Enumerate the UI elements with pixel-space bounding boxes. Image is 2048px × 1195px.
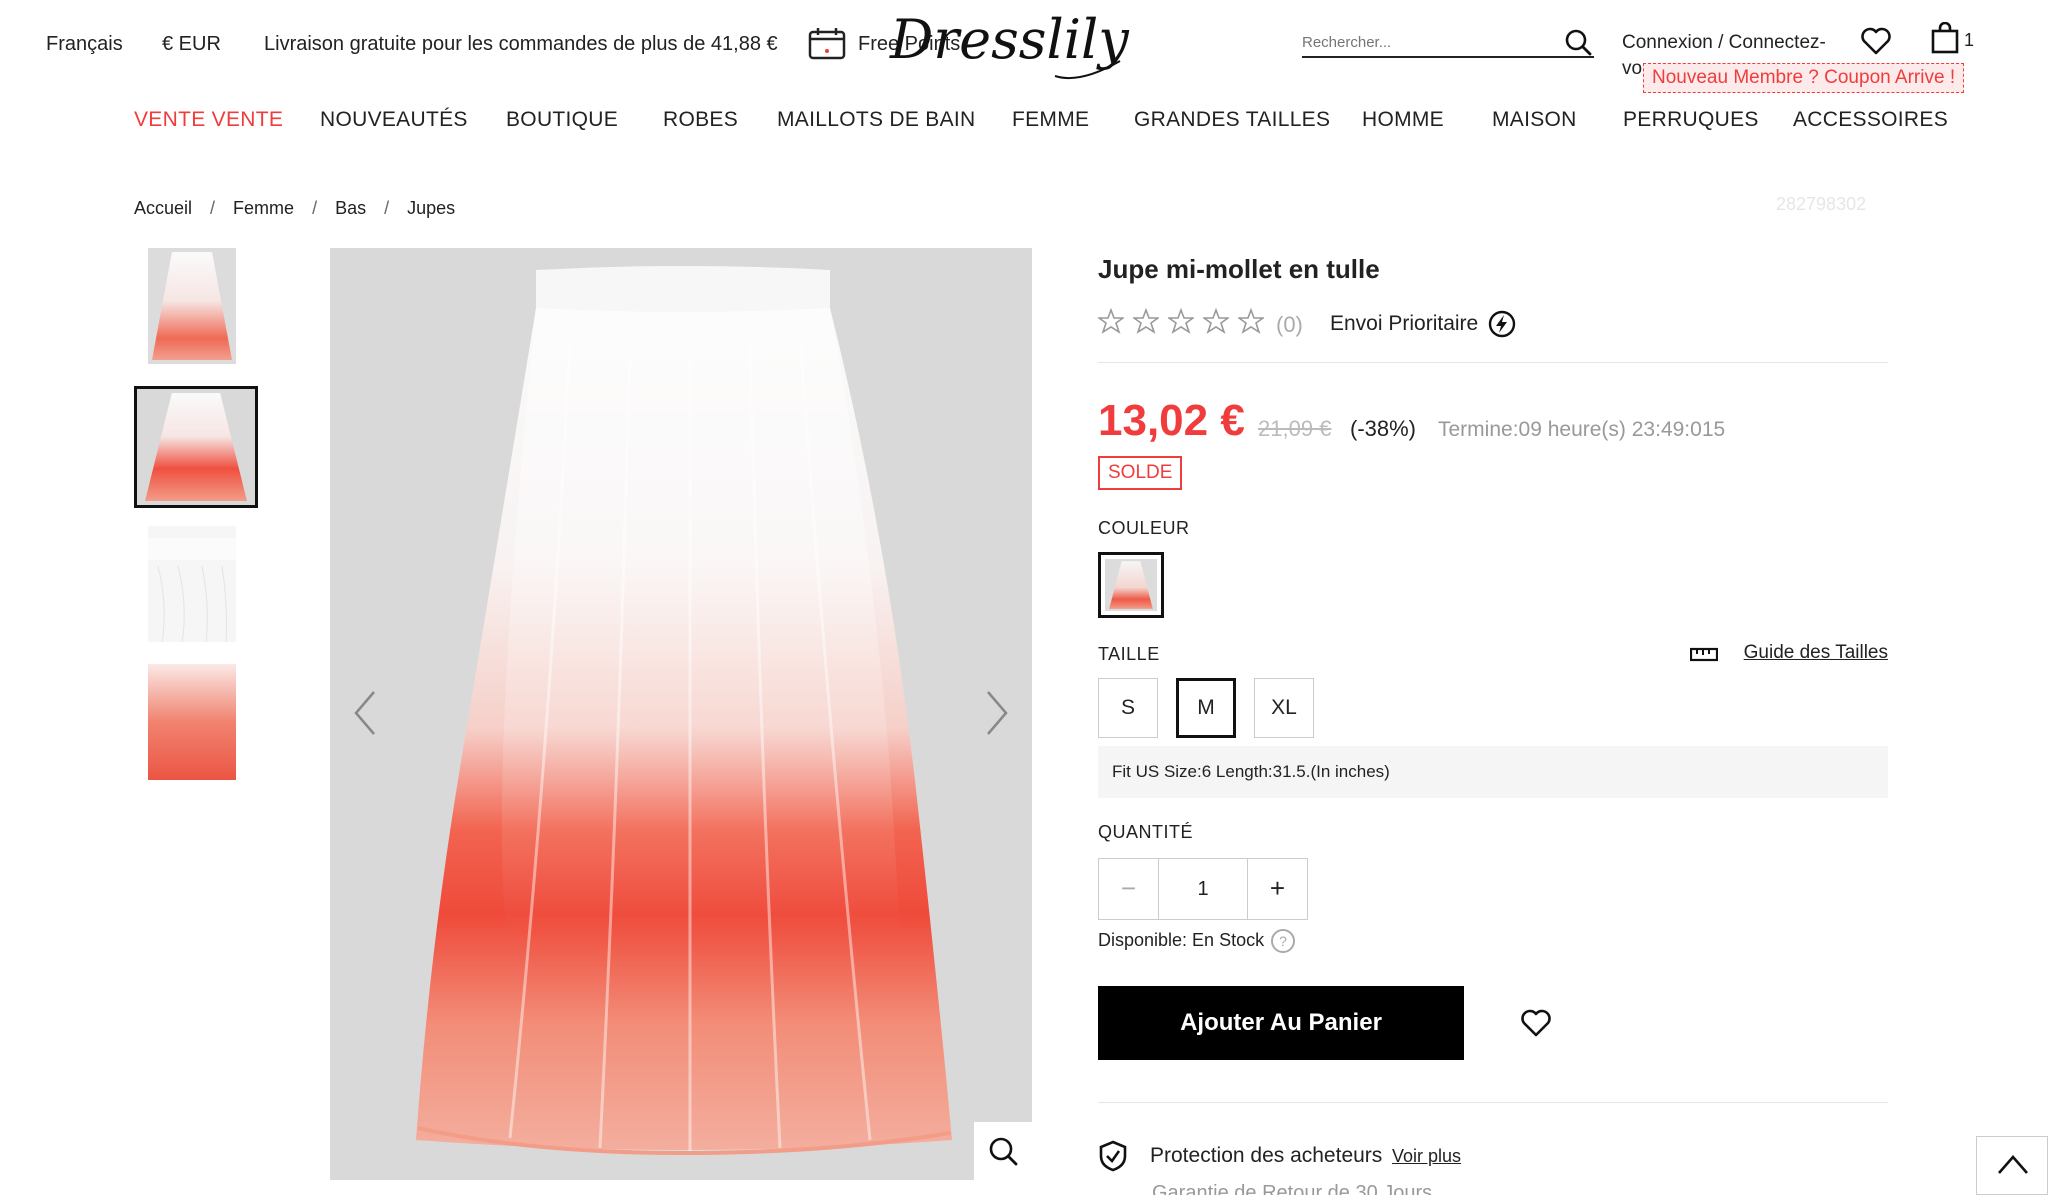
- coupon-banner[interactable]: Nouveau Membre ? Coupon Arrive !: [1643, 63, 1965, 93]
- zoom-button[interactable]: [974, 1122, 1032, 1180]
- buyer-protection-label: Protection des acheteurs: [1150, 1144, 1383, 1167]
- breadcrumb: Accueil / Femme / Bas / Jupes: [134, 198, 455, 219]
- skirt-detail-thumbnail-image: [148, 526, 236, 642]
- divider: [1098, 362, 1888, 363]
- nav-item-maison[interactable]: MAISON: [1492, 108, 1577, 132]
- next-image-arrow-icon[interactable]: [982, 688, 1012, 738]
- priority-shipping-label: Envoi Prioritaire: [1330, 312, 1479, 335]
- nav-item-vente[interactable]: VENTE VENTE: [134, 108, 283, 132]
- shield-check-icon: [1099, 1140, 1127, 1172]
- thumbnail-1[interactable]: [148, 248, 236, 364]
- sale-countdown: Termine:09 heure(s) 23:49:015: [1438, 418, 1726, 441]
- nav-item-boutique[interactable]: BOUTIQUE: [506, 108, 618, 132]
- search-box: [1302, 26, 1594, 58]
- lightning-bolt-icon: [1488, 310, 1516, 338]
- product-title: Jupe mi-mollet en tulle: [1098, 254, 1380, 284]
- prev-image-arrow-icon[interactable]: [350, 688, 380, 738]
- current-price: 13,02 €: [1098, 396, 1245, 445]
- size-option-s[interactable]: S: [1098, 678, 1158, 738]
- star-icon: [1168, 308, 1194, 334]
- shipping-notice: Livraison gratuite pour les commandes de…: [264, 33, 778, 55]
- size-guide-link[interactable]: Guide des Tailles: [1744, 642, 1888, 664]
- size-label: TAILLE: [1098, 644, 1160, 664]
- nav-item-accessoires[interactable]: ACCESSOIRES: [1793, 108, 1948, 132]
- thumbnail-3[interactable]: [148, 526, 236, 642]
- rating-stars[interactable]: [1098, 308, 1273, 338]
- calendar-icon[interactable]: [808, 27, 846, 60]
- help-question-icon[interactable]: ?: [1270, 928, 1296, 954]
- quantity-stepper: − +: [1098, 858, 1308, 920]
- brand-logo[interactable]: Dresslily: [880, 6, 1140, 86]
- tulle-skirt-image: [330, 248, 1032, 1180]
- nav-item-femme[interactable]: FEMME: [1012, 108, 1089, 132]
- nav-item-nouveautes[interactable]: NOUVEAUTÉS: [320, 108, 468, 132]
- quantity-increase-button[interactable]: +: [1247, 859, 1307, 919]
- see-more-link[interactable]: Voir plus: [1392, 1146, 1461, 1167]
- ruler-icon[interactable]: [1690, 646, 1718, 662]
- review-count[interactable]: (0): [1276, 312, 1303, 338]
- breadcrumb-separator: /: [384, 198, 390, 218]
- nav-item-homme[interactable]: HOMME: [1362, 108, 1444, 132]
- size-fit-info: Fit US Size:6 Length:31.5.(In inches): [1098, 746, 1888, 798]
- svg-text:?: ?: [1279, 933, 1287, 949]
- product-sku: 282798302: [1776, 194, 1867, 214]
- color-label: COULEUR: [1098, 518, 1190, 538]
- breadcrumb-item[interactable]: Jupes: [407, 198, 455, 219]
- skirt-hem-thumbnail-image: [148, 664, 236, 780]
- original-price: 21,09 €: [1258, 416, 1332, 441]
- star-icon: [1203, 308, 1229, 334]
- add-to-cart-button[interactable]: Ajouter Au Panier: [1098, 986, 1464, 1060]
- size-option-m-selected[interactable]: M: [1176, 678, 1236, 738]
- breadcrumb-item[interactable]: Bas: [335, 198, 366, 219]
- top-bar: Français € EUR Livraison gratuite pour l…: [0, 0, 2048, 93]
- wishlist-heart-icon[interactable]: [1860, 26, 1892, 56]
- cart-count: 1: [1964, 30, 1975, 50]
- skirt-thumbnail-image: [137, 389, 255, 505]
- skirt-thumbnail-image: [148, 248, 236, 364]
- size-option-xl[interactable]: XL: [1254, 678, 1314, 738]
- nav-item-perruques[interactable]: PERRUQUES: [1623, 108, 1759, 132]
- search-icon[interactable]: [1564, 28, 1592, 56]
- main-product-image[interactable]: [330, 248, 1032, 1180]
- breadcrumb-separator: /: [312, 198, 318, 218]
- breadcrumb-separator: /: [210, 198, 216, 218]
- quantity-input[interactable]: [1159, 859, 1247, 919]
- zoom-search-icon: [989, 1137, 1018, 1166]
- color-swatch-image: [1105, 559, 1157, 611]
- stock-availability: Disponible: En Stock: [1098, 930, 1265, 950]
- quantity-label: QUANTITÉ: [1098, 822, 1194, 842]
- sale-badge: SOLDE: [1098, 456, 1183, 490]
- main-navigation: VENTE VENTE NOUVEAUTÉS BOUTIQUE ROBES MA…: [0, 104, 2048, 144]
- dresslily-logo: Dresslily: [889, 8, 1130, 80]
- thumbnail-4[interactable]: [148, 664, 236, 780]
- language-selector[interactable]: Français: [46, 33, 123, 56]
- return-guarantee: Garantie de Retour de 30 Jours: [1152, 1182, 1433, 1195]
- svg-text:Dresslily: Dresslily: [889, 8, 1130, 71]
- thumbnail-2-selected[interactable]: [134, 386, 258, 508]
- nav-item-robes[interactable]: ROBES: [663, 108, 738, 132]
- breadcrumb-item[interactable]: Femme: [233, 198, 294, 219]
- search-input[interactable]: [1302, 30, 1552, 54]
- nav-item-maillots[interactable]: MAILLOTS DE BAIN: [777, 108, 976, 132]
- breadcrumb-item[interactable]: Accueil: [134, 198, 192, 219]
- color-swatch-selected[interactable]: [1098, 552, 1164, 618]
- nav-item-grandes-tailles[interactable]: GRANDES TAILLES: [1134, 108, 1330, 132]
- shopping-bag-icon[interactable]: [1930, 22, 1960, 54]
- divider: [1098, 1102, 1888, 1103]
- star-icon: [1133, 308, 1159, 334]
- back-to-top-button[interactable]: [1976, 1136, 2048, 1195]
- add-to-wishlist-heart-icon[interactable]: [1520, 1008, 1552, 1038]
- quantity-decrease-button[interactable]: −: [1099, 859, 1159, 919]
- discount-percent: (-38%): [1350, 416, 1417, 441]
- star-icon: [1238, 308, 1264, 334]
- star-icon: [1098, 308, 1124, 334]
- chevron-up-icon: [1998, 1155, 2028, 1174]
- currency-selector[interactable]: € EUR: [162, 33, 221, 56]
